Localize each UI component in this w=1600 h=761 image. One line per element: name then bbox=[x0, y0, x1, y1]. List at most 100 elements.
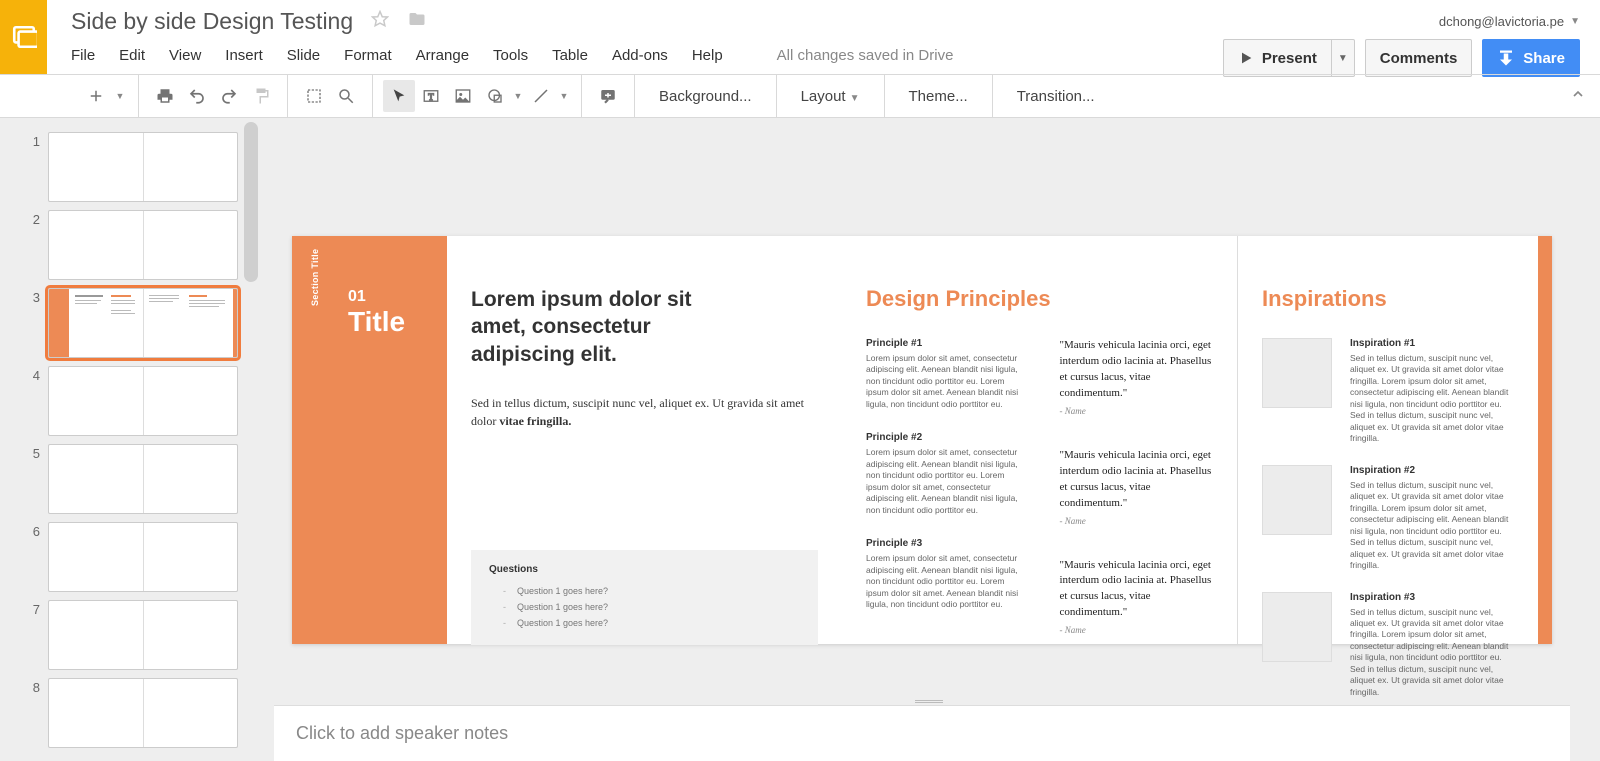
thumbnail-number: 8 bbox=[26, 678, 40, 695]
question-item: Question 1 goes here? bbox=[503, 615, 800, 631]
undo-icon[interactable] bbox=[181, 80, 213, 112]
slide-thumbnail-panel: 1 2 3 4 5 6 7 8 bbox=[0, 118, 258, 761]
collapse-toolbar-icon[interactable] bbox=[1570, 86, 1586, 106]
inspiration-body: Sed in tellus dictum, suscipit nunc vel,… bbox=[1350, 607, 1514, 698]
transition-menu[interactable]: Transition... bbox=[1003, 88, 1109, 105]
inspiration-item: Inspiration #1 Sed in tellus dictum, susc… bbox=[1262, 338, 1514, 445]
thumbnail-number: 5 bbox=[26, 444, 40, 461]
menu-bar: File Edit View Insert Slide Format Arran… bbox=[71, 47, 1223, 64]
present-label: Present bbox=[1262, 50, 1317, 67]
question-item: Question 1 goes here? bbox=[503, 583, 800, 599]
current-slide[interactable]: Section Title 01 Title Lorem ipsum dolor… bbox=[292, 236, 1552, 644]
menu-slide[interactable]: Slide bbox=[287, 47, 320, 64]
quote-text: "Mauris vehicula lacinia orci, eget inte… bbox=[1060, 558, 1214, 622]
thumbnail-number: 1 bbox=[26, 132, 40, 149]
menu-insert[interactable]: Insert bbox=[225, 47, 263, 64]
notes-resize-handle[interactable] bbox=[258, 697, 1600, 705]
line-dropdown[interactable]: ▼ bbox=[557, 80, 571, 112]
slide-thumbnail[interactable]: 6 bbox=[0, 518, 258, 596]
redo-icon[interactable] bbox=[213, 80, 245, 112]
folder-icon[interactable] bbox=[407, 10, 427, 33]
slide-heading: Lorem ipsum dolor sit amet, consectetur … bbox=[471, 286, 731, 368]
menu-view[interactable]: View bbox=[169, 47, 201, 64]
present-dropdown[interactable]: ▼ bbox=[1332, 39, 1355, 77]
slide-pane-overview: Lorem ipsum dolor sit amet, consectetur … bbox=[447, 236, 842, 644]
add-comment-icon[interactable] bbox=[592, 80, 624, 112]
principle-title: Principle #2 bbox=[866, 432, 1020, 443]
slide-thumbnail[interactable]: 2 bbox=[0, 206, 258, 284]
account-menu[interactable]: dchong@lavictoria.pe ▼ bbox=[1439, 12, 1580, 29]
svg-text:T: T bbox=[428, 92, 434, 102]
thumbnail-number: 3 bbox=[26, 288, 40, 305]
menu-format[interactable]: Format bbox=[344, 47, 392, 64]
new-slide-dropdown[interactable]: ▼ bbox=[112, 80, 128, 112]
print-icon[interactable] bbox=[149, 80, 181, 112]
slide-lead-text: Sed in tellus dictum, suscipit nunc vel,… bbox=[471, 394, 818, 430]
thumbnail-preview bbox=[48, 522, 238, 592]
image-icon[interactable] bbox=[447, 80, 479, 112]
zoom-fit-icon[interactable] bbox=[298, 80, 330, 112]
comments-button[interactable]: Comments bbox=[1365, 39, 1473, 77]
slide-thumbnail[interactable]: 3 bbox=[0, 284, 258, 362]
principle-body: Lorem ipsum dolor sit amet, consectetur … bbox=[866, 447, 1020, 516]
share-button[interactable]: Share bbox=[1482, 39, 1580, 77]
section-label: Section Title bbox=[310, 249, 320, 306]
thumbnail-preview bbox=[48, 132, 238, 202]
quote-attribution: - Name bbox=[1060, 406, 1214, 416]
slide-thumbnail[interactable]: 4 bbox=[0, 362, 258, 440]
slide-thumbnail[interactable]: 1 bbox=[0, 128, 258, 206]
thumbnail-preview bbox=[48, 210, 238, 280]
menu-table[interactable]: Table bbox=[552, 47, 588, 64]
layout-menu[interactable]: Layout▼ bbox=[787, 88, 874, 105]
paint-format-icon[interactable] bbox=[245, 80, 277, 112]
slide-pane-inspirations: Inspirations Inspiration #1Sed in tellus… bbox=[1238, 236, 1538, 644]
principle-body: Lorem ipsum dolor sit amet, consectetur … bbox=[866, 553, 1020, 610]
menu-help[interactable]: Help bbox=[692, 47, 723, 64]
menu-tools[interactable]: Tools bbox=[493, 47, 528, 64]
document-title[interactable]: Side by side Design Testing bbox=[71, 8, 353, 35]
slide-thumbnail[interactable]: 5 bbox=[0, 440, 258, 518]
inspiration-title: Inspiration #3 bbox=[1350, 592, 1514, 603]
thumbnail-number: 4 bbox=[26, 366, 40, 383]
thumbnail-preview bbox=[48, 288, 238, 358]
menu-addons[interactable]: Add-ons bbox=[612, 47, 668, 64]
theme-menu[interactable]: Theme... bbox=[895, 88, 982, 105]
new-slide-button[interactable] bbox=[80, 80, 112, 112]
section-number: 01 bbox=[348, 288, 366, 306]
principle-title: Principle #3 bbox=[866, 538, 1020, 549]
quote-attribution: - Name bbox=[1060, 625, 1214, 635]
line-icon[interactable] bbox=[525, 80, 557, 112]
present-button[interactable]: Present bbox=[1223, 39, 1332, 77]
speaker-notes[interactable]: Click to add speaker notes bbox=[274, 705, 1570, 761]
slide-right-strip bbox=[1538, 236, 1552, 644]
textbox-icon[interactable]: T bbox=[415, 80, 447, 112]
thumbnail-preview bbox=[48, 366, 238, 436]
star-icon[interactable] bbox=[371, 10, 389, 33]
inspiration-title: Inspiration #1 bbox=[1350, 338, 1514, 349]
slide-pane-principles: Design Principles Principle #1Lorem ipsu… bbox=[842, 236, 1237, 644]
shape-icon[interactable] bbox=[479, 80, 511, 112]
inspiration-body: Sed in tellus dictum, suscipit nunc vel,… bbox=[1350, 353, 1514, 445]
app-logo[interactable] bbox=[0, 0, 47, 74]
menu-arrange[interactable]: Arrange bbox=[416, 47, 469, 64]
principle-title: Principle #1 bbox=[866, 338, 1020, 349]
slide-thumbnail[interactable]: 8 bbox=[0, 674, 258, 752]
slide-thumbnail[interactable]: 7 bbox=[0, 596, 258, 674]
thumbnail-number: 6 bbox=[26, 522, 40, 539]
thumbnail-number: 2 bbox=[26, 210, 40, 227]
quote-text: "Mauris vehicula lacinia orci, eget inte… bbox=[1060, 338, 1214, 402]
inspiration-thumbnail bbox=[1262, 592, 1332, 662]
menu-file[interactable]: File bbox=[71, 47, 95, 64]
menu-edit[interactable]: Edit bbox=[119, 47, 145, 64]
inspiration-title: Inspiration #2 bbox=[1350, 465, 1514, 476]
thumbnail-scrollbar[interactable] bbox=[244, 122, 258, 282]
inspiration-thumbnail bbox=[1262, 338, 1332, 408]
background-menu[interactable]: Background... bbox=[645, 88, 766, 105]
slide-canvas[interactable]: Section Title 01 Title Lorem ipsum dolor… bbox=[258, 118, 1600, 697]
zoom-icon[interactable] bbox=[330, 80, 362, 112]
select-tool-icon[interactable] bbox=[383, 80, 415, 112]
questions-box: Questions Question 1 goes here?Question … bbox=[471, 550, 818, 645]
user-email-text: dchong@lavictoria.pe bbox=[1439, 14, 1564, 29]
shape-dropdown[interactable]: ▼ bbox=[511, 80, 525, 112]
chevron-down-icon: ▼ bbox=[1338, 53, 1348, 64]
